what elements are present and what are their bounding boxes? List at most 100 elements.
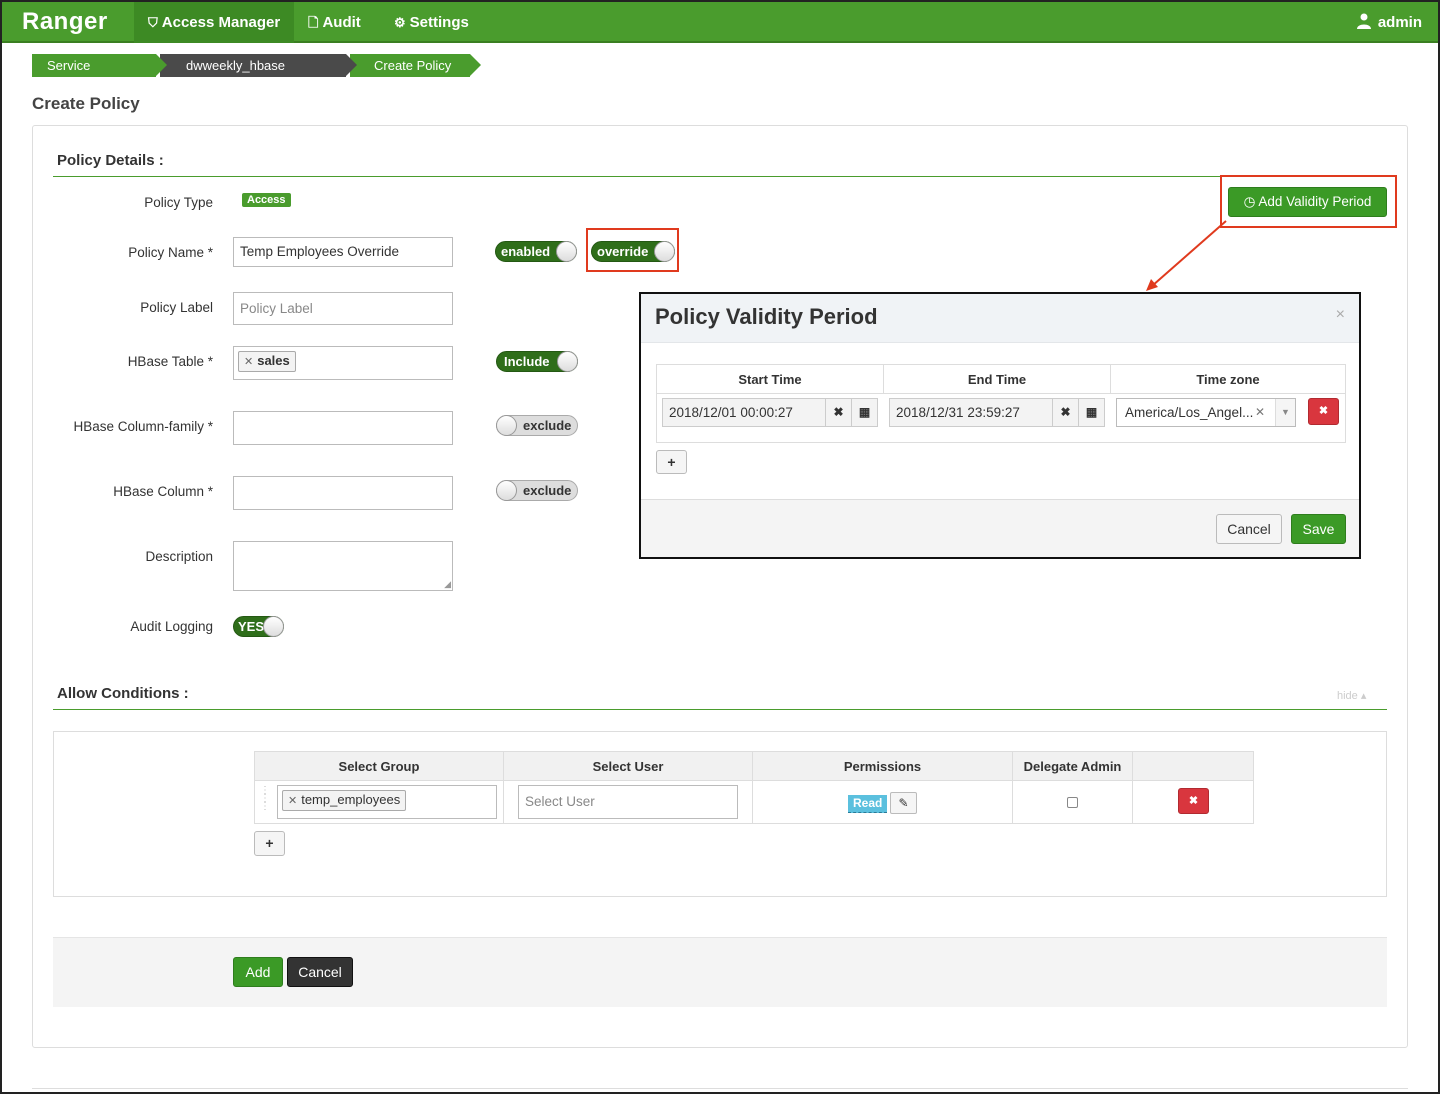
add-validity-row-button[interactable]: + — [656, 450, 687, 474]
toggle-knob — [263, 616, 284, 637]
clear-icon[interactable]: ✖ — [1052, 399, 1078, 426]
policy-type-badge: Access — [242, 193, 291, 207]
table-cell-user: Select User — [504, 781, 753, 823]
override-highlight-box — [586, 228, 679, 272]
table-cell-delegate-admin — [1013, 781, 1133, 823]
drag-handle-icon[interactable]: ⋮ ⋮ ⋮ — [260, 786, 270, 812]
edit-pencil-icon[interactable]: ✎ — [890, 792, 917, 814]
permission-badge[interactable]: Read — [848, 795, 888, 813]
add-condition-row-button[interactable]: + — [254, 831, 285, 856]
nav-access-manager-label: Access Manager — [161, 14, 281, 31]
section-divider — [53, 176, 1387, 177]
page-title: Create Policy — [32, 94, 140, 113]
hide-link[interactable]: hide ▴ — [1337, 689, 1366, 702]
breadcrumb: Service Manager dwweekly_hbase Policies … — [32, 54, 481, 96]
column-input[interactable] — [233, 476, 453, 510]
delete-condition-button[interactable]: ✖ — [1178, 788, 1209, 814]
column-family-exclude-toggle[interactable]: exclude — [496, 415, 578, 436]
table-cell-permissions: Read ✎ — [753, 781, 1013, 823]
delete-row-button[interactable]: ✖ — [1308, 398, 1339, 425]
table-tag: ✕ sales — [238, 351, 296, 372]
resize-handle-icon[interactable]: ◢ — [444, 570, 451, 598]
column-header-end-time: End Time — [884, 365, 1111, 394]
group-tag: ✕ temp_employees — [282, 790, 407, 811]
group-tag-label: temp_employees — [301, 792, 401, 807]
table-tag-label: sales — [257, 353, 290, 368]
delegate-admin-checkbox[interactable] — [1067, 797, 1078, 808]
remove-tag-icon[interactable]: ✕ — [244, 356, 253, 368]
nav-settings[interactable]: ⚙ Settings — [380, 2, 483, 43]
policy-label-input[interactable]: Policy Label — [233, 292, 453, 325]
modal-cancel-button[interactable]: Cancel — [1216, 514, 1282, 544]
gear-icon: ⚙ — [394, 15, 406, 30]
column-header-select-group: Select Group — [255, 752, 504, 781]
table-cell-group: ⋮ ⋮ ⋮ ✕ temp_employees — [255, 781, 504, 823]
audit-toggle-label: YES — [238, 619, 265, 634]
column-exclude-toggle[interactable]: exclude — [496, 480, 578, 501]
column-family-label: HBase Column-family * — [73, 419, 213, 434]
top-navbar: Ranger ⛉ Access Manager 🗋 Audit ⚙ Settings … — [2, 2, 1438, 43]
validity-highlight-box — [1220, 175, 1397, 228]
column-header-time-zone: Time zone — [1111, 365, 1345, 394]
close-icon[interactable]: × — [1336, 306, 1345, 324]
start-time-input[interactable]: 2018/12/01 00:00:27 ✖ ▦ — [662, 398, 878, 427]
nav-audit[interactable]: 🗋 Audit — [294, 2, 375, 43]
column-toggle-label: exclude — [523, 483, 572, 498]
breadcrumb-service-manager[interactable]: Service Manager — [32, 54, 167, 96]
audit-logging-toggle[interactable]: YES — [233, 616, 284, 637]
clear-icon[interactable]: ✖ — [825, 399, 851, 426]
chevron-down-icon[interactable]: ▼ — [1275, 399, 1295, 426]
policy-name-input[interactable]: Temp Employees Override — [233, 237, 453, 267]
toggle-knob — [496, 415, 517, 436]
column-family-input[interactable] — [233, 411, 453, 445]
file-icon: 🗋 — [308, 15, 319, 30]
page-bottom-divider — [32, 1088, 1408, 1089]
select-user-input[interactable]: Select User — [518, 785, 738, 819]
cancel-policy-button[interactable]: Cancel — [287, 957, 353, 987]
audit-logging-label: Audit Logging — [130, 619, 213, 634]
column-header-start-time: Start Time — [657, 365, 884, 394]
nav-audit-label: Audit — [322, 14, 361, 31]
validity-table: Start Time End Time Time zone 2018/12/01… — [656, 364, 1346, 443]
allow-conditions-table: Select Group Select User Permissions Del… — [254, 751, 1254, 824]
toggle-knob — [557, 351, 578, 372]
description-label: Description — [145, 549, 213, 564]
modal-header: Policy Validity Period × — [641, 294, 1359, 343]
column-family-toggle-label: exclude — [523, 418, 572, 433]
table-cell-actions: ✖ — [1133, 781, 1253, 823]
user-menu[interactable]: admin — [1355, 2, 1422, 43]
add-policy-button[interactable]: Add — [233, 957, 283, 987]
modal-title: Policy Validity Period — [655, 304, 878, 329]
breadcrumb-policies[interactable]: dwweekly_hbase Policies — [160, 54, 357, 96]
user-name: admin — [1377, 14, 1422, 31]
calendar-grid-icon[interactable]: ▦ — [851, 399, 877, 426]
description-textarea[interactable]: ◢ — [233, 541, 453, 591]
include-toggle-label: Include — [504, 354, 550, 369]
end-time-value: 2018/12/31 23:59:27 — [896, 405, 1020, 420]
policy-name-label: Policy Name * — [128, 245, 213, 260]
include-toggle[interactable]: Include — [496, 351, 578, 372]
clear-icon[interactable]: ✕ — [1255, 399, 1265, 426]
policy-details-heading: Policy Details : — [57, 152, 164, 169]
modal-save-button[interactable]: Save — [1291, 514, 1346, 544]
toggle-knob — [556, 241, 577, 262]
select-group-input[interactable]: ✕ temp_employees — [277, 785, 497, 819]
column-label: HBase Column * — [113, 484, 213, 499]
column-header-delegate-admin: Delegate Admin — [1013, 752, 1133, 781]
column-header-actions — [1133, 752, 1253, 781]
hbase-table-label: HBase Table * — [127, 354, 213, 369]
calendar-grid-icon[interactable]: ▦ — [1078, 399, 1104, 426]
enabled-toggle-label: enabled — [501, 244, 551, 259]
toggle-knob — [496, 480, 517, 501]
brand-logo[interactable]: Ranger — [22, 8, 108, 36]
start-time-value: 2018/12/01 00:00:27 — [669, 405, 793, 420]
nav-access-manager[interactable]: ⛉ Access Manager — [134, 2, 295, 43]
end-time-input[interactable]: 2018/12/31 23:59:27 ✖ ▦ — [889, 398, 1105, 427]
enabled-toggle[interactable]: enabled — [495, 241, 577, 262]
pointer-arrow-icon — [1146, 220, 1227, 291]
hbase-table-input[interactable]: ✕ sales — [233, 346, 453, 380]
timezone-select[interactable]: America/Los_Angel... ✕ ▼ — [1116, 398, 1296, 427]
remove-tag-icon[interactable]: ✕ — [288, 795, 297, 807]
breadcrumb-create-policy: Create Policy — [350, 54, 481, 77]
users-icon — [1356, 13, 1371, 29]
